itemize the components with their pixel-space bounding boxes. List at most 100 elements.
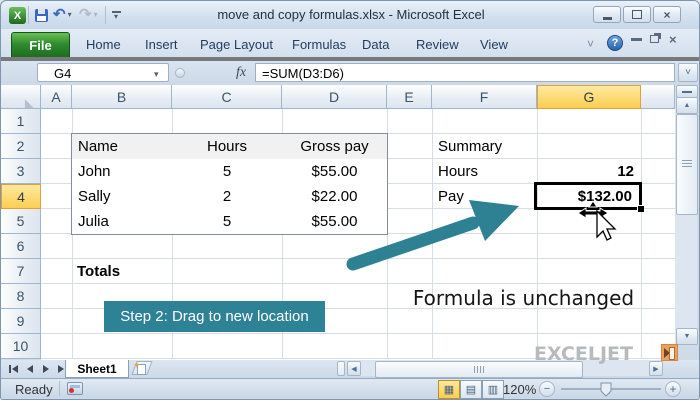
sheet-tab-active[interactable]: Sheet1 [65,360,129,378]
excel-window: X ↶ ▾ ↷ ▾ ▾ move and copy formulas.xlsx … [0,0,700,400]
workbook-restore-icon[interactable] [650,35,659,43]
formula-bar: G4 ▾ fx =SUM(D3:D6) ˅ [1,61,699,85]
name-box-dropdown-icon[interactable]: ▾ [154,69,159,80]
zoom-slider-thumb[interactable] [600,382,612,397]
page-layout-view-button[interactable]: ▤ [460,380,482,399]
status-mode: Ready [15,382,53,397]
name-box-value: G4 [54,66,72,81]
scroll-up-icon[interactable]: ▲ [676,97,698,114]
formula-bar-expand-icon[interactable]: ˅ [678,63,698,82]
workbook-close-icon[interactable]: × [669,32,677,47]
table-header-cell[interactable]: Gross pay [282,134,388,160]
column-header-d[interactable]: D [282,85,387,109]
column-header-b[interactable]: B [72,85,172,109]
tab-file[interactable]: File [11,32,70,58]
page-break-view-button[interactable]: ▥ [482,380,504,399]
row-header-3[interactable]: 3 [1,159,41,184]
tab-view[interactable]: View [467,32,521,57]
table-header-cell[interactable]: Name [72,134,179,160]
view-shortcuts: ▦ ▤ ▥ [438,380,504,399]
close-button[interactable]: × [653,6,681,23]
zoom-in-icon: + [669,382,677,396]
restore-icon [632,10,642,19]
column-header-f[interactable]: F [432,85,537,109]
scroll-down-icon[interactable]: ▼ [676,328,698,345]
tab-page-layout[interactable]: Page Layout [187,32,286,57]
table-cell[interactable]: $22.00 [282,184,388,210]
restore-button[interactable] [623,6,651,23]
table-cell[interactable]: Sally [72,184,179,210]
status-bar: Ready ▦ ▤ ▥ 120% − + [1,378,699,399]
page-break-view-icon: ▥ [487,384,499,396]
table-cell[interactable]: 2 [172,184,283,210]
macro-record-icon[interactable] [67,382,83,395]
table-cell[interactable]: $55.00 [282,209,388,235]
row-header-8[interactable]: 8 [1,284,41,309]
step-banner: Step 2: Drag to new location [104,301,325,332]
table-cell[interactable]: Julia [72,209,179,235]
summary-title[interactable]: Summary [438,134,502,159]
active-cell-border[interactable] [534,182,642,210]
column-header-c[interactable]: C [172,85,282,109]
workbook-minimize-icon[interactable] [631,38,642,41]
fx-icon[interactable]: fx [229,63,253,82]
tab-data[interactable]: Data [349,32,402,57]
zoom-level[interactable]: 120% [503,382,536,397]
column-header-a[interactable]: A [41,85,72,109]
table-cell[interactable]: 5 [172,159,283,185]
name-box[interactable]: G4 ▾ [37,63,169,82]
hscroll-left-icon[interactable]: ◀ [347,361,361,376]
ribbon-collapse-icon[interactable]: ˅ [587,37,594,51]
vertical-scrollbar[interactable]: ▲ ▼ [675,85,698,345]
payroll-table: Name Hours Gross pay John 5 $55.00 Sally… [71,133,388,235]
table-cell[interactable]: 5 [172,209,283,235]
zoom-in-button[interactable]: + [665,381,681,397]
column-header-g-selected[interactable]: G [537,85,641,109]
tab-home[interactable]: Home [73,32,134,57]
row-header-7[interactable]: 7 [1,259,41,284]
row-header-6[interactable]: 6 [1,234,41,259]
minimize-button[interactable] [593,6,621,23]
totals-label[interactable]: Totals [77,259,120,284]
first-sheet-icon[interactable] [7,363,20,375]
row-header-4-selected[interactable]: 4 [1,184,41,209]
normal-view-button[interactable]: ▦ [438,380,460,399]
formula-bar-grip-icon[interactable] [175,68,185,78]
row-header-10[interactable]: 10 [1,334,41,359]
tab-split-handle[interactable] [337,361,345,376]
row-header-9[interactable]: 9 [1,309,41,334]
select-all-button[interactable]: ◣ [1,85,41,109]
formula-note: Formula is unchanged [412,286,635,310]
hscroll-right-icon[interactable]: ▶ [649,361,663,376]
row-header-2[interactable]: 2 [1,134,41,159]
gridline [432,109,433,359]
table-header-cell[interactable]: Hours [172,134,283,160]
next-sheet-icon[interactable] [39,363,52,375]
summary-pay-label[interactable]: Pay [438,184,464,209]
column-header-e[interactable]: E [387,85,432,109]
vscroll-thumb[interactable] [676,114,698,215]
tab-review[interactable]: Review [403,32,472,57]
zoom-out-button[interactable]: − [539,381,555,397]
row-header-1[interactable]: 1 [1,109,41,134]
gridline [641,109,642,359]
tab-formulas[interactable]: Formulas [279,32,359,57]
fill-handle[interactable] [637,205,644,212]
table-cell[interactable]: $55.00 [282,159,388,185]
status-divider [59,381,60,396]
zoom-out-icon: − [543,383,551,395]
row-header-5[interactable]: 5 [1,209,41,234]
summary-hours-value[interactable]: 12 [537,159,634,184]
summary-hours-label[interactable]: Hours [438,159,478,184]
column-header-h-partial[interactable] [641,85,675,109]
help-icon[interactable]: ? [607,35,623,51]
prev-sheet-icon[interactable] [23,363,36,375]
formula-input[interactable]: =SUM(D3:D6) [255,63,675,82]
exceljet-logo [661,344,678,361]
ribbon-tab-row: File Home Insert Page Layout Formulas Da… [1,29,699,58]
minimize-icon [602,16,612,20]
tab-insert[interactable]: Insert [132,32,191,57]
insert-worksheet-icon[interactable]: ✦ [133,360,146,375]
sheet-nav-buttons [7,363,68,375]
table-cell[interactable]: John [72,159,179,185]
